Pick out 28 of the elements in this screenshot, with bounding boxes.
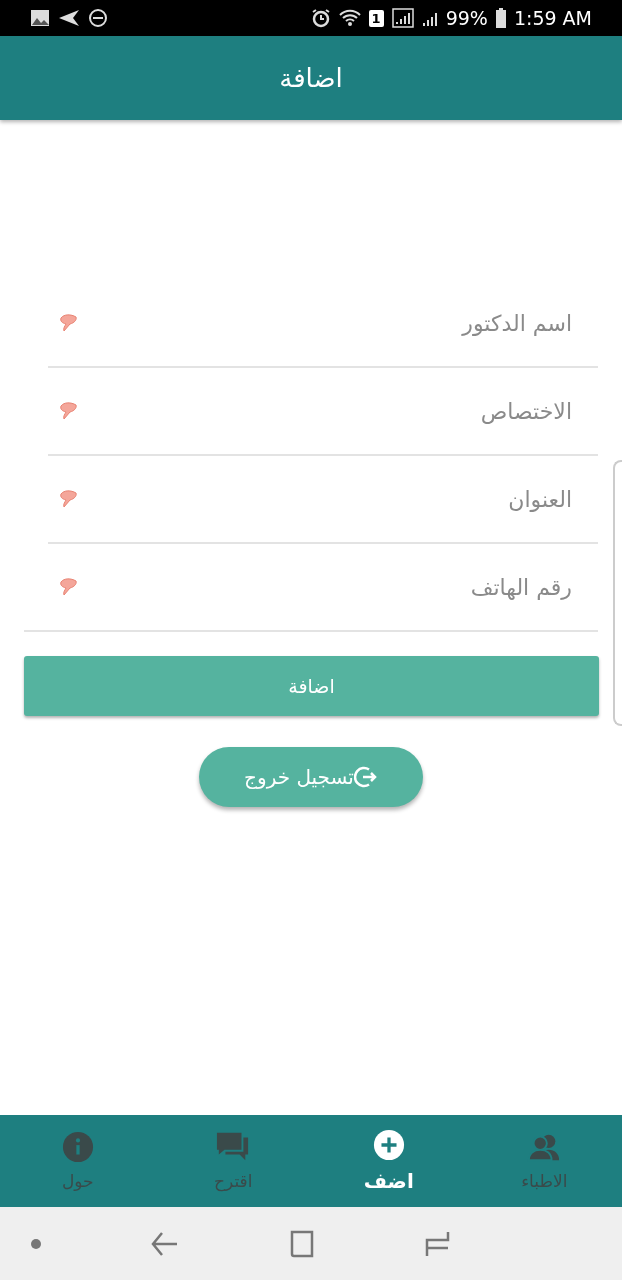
battery-icon	[495, 8, 506, 28]
text-field[interactable]: اسم الدكتور	[78, 302, 574, 344]
text-field[interactable]: رقم الهاتف	[78, 566, 574, 608]
recent-apps-icon[interactable]	[423, 1229, 452, 1258]
wifi-icon	[338, 9, 361, 27]
info-icon	[60, 1131, 95, 1163]
image-icon	[30, 9, 50, 27]
sim-badge: 1	[368, 9, 384, 27]
marker-icon	[58, 489, 78, 509]
dot-icon[interactable]	[30, 1237, 42, 1250]
marker-icon	[58, 577, 78, 597]
alarm-icon	[310, 8, 331, 28]
nav-tab[interactable]: اضف	[311, 1115, 467, 1207]
edge-panel-handle[interactable]	[613, 460, 622, 726]
text-field[interactable]: العنوان	[78, 478, 574, 520]
clock-time: 1:59 AM	[513, 7, 592, 29]
logout-icon	[353, 765, 378, 789]
signal-icon	[391, 8, 414, 28]
plus-icon	[371, 1129, 406, 1161]
logout-button[interactable]: تسجيل خروج	[199, 747, 423, 807]
battery-percent: 99%	[445, 7, 488, 29]
add-button[interactable]: اضافة	[24, 656, 599, 716]
marker-icon	[58, 401, 78, 421]
marker-icon	[58, 313, 78, 333]
do-not-disturb-icon	[88, 8, 108, 28]
app-bar-title: اضافة	[279, 63, 343, 93]
text-field[interactable]: الاختصاص	[78, 390, 574, 432]
send-icon	[58, 9, 80, 27]
